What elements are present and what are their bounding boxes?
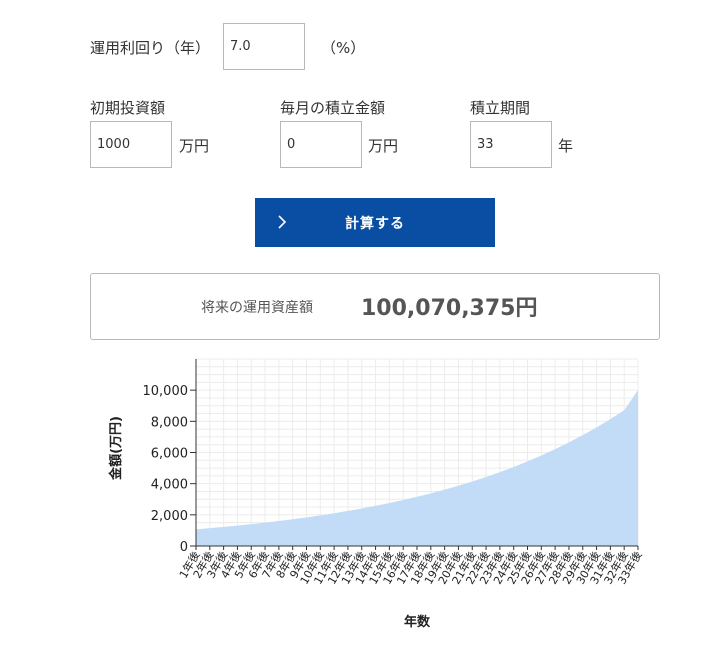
monthly-contribution-label: 毎月の積立金額 bbox=[280, 99, 386, 117]
initial-investment-label: 初期投資額 bbox=[90, 99, 166, 117]
result-label: 将来の運用資産額 bbox=[201, 300, 313, 316]
calculate-button[interactable]: 計算する bbox=[255, 198, 495, 247]
y-tick-label: 4,000 bbox=[151, 478, 188, 493]
y-tick-label: 6,000 bbox=[151, 447, 188, 462]
initial-investment-input[interactable] bbox=[90, 121, 172, 168]
rate-unit: （%） bbox=[321, 39, 366, 57]
period-input[interactable] bbox=[470, 121, 552, 168]
period-label: 積立期間 bbox=[470, 99, 531, 117]
y-tick-labels: 0 2,000 4,000 6,000 8,000 10,000 bbox=[143, 384, 196, 555]
period-unit: 年 bbox=[558, 137, 574, 155]
y-tick-label: 2,000 bbox=[151, 509, 188, 524]
initial-investment-unit: 万円 bbox=[179, 137, 210, 155]
y-tick-label: 0 bbox=[180, 540, 188, 555]
chevron-right-icon bbox=[271, 211, 293, 233]
result-value: 100,070,375円 bbox=[361, 296, 538, 321]
y-tick-label: 10,000 bbox=[143, 384, 189, 399]
monthly-contribution-unit: 万円 bbox=[368, 137, 399, 155]
y-tick-label: 8,000 bbox=[151, 415, 188, 430]
x-axis-label: 年数 bbox=[404, 614, 431, 630]
y-axis-label: 金額(万円) bbox=[108, 416, 124, 481]
calculate-button-label: 計算する bbox=[345, 215, 405, 232]
x-tick-labels: 1年後2年後3年後4年後5年後6年後7年後8年後9年後10年後11年後12年後1… bbox=[176, 546, 645, 587]
monthly-contribution-input[interactable] bbox=[280, 121, 362, 168]
rate-input[interactable] bbox=[223, 23, 305, 70]
asset-growth-chart: 0 2,000 4,000 6,000 8,000 10,000 1年後2年後3年後4年後… bbox=[108, 358, 645, 630]
rate-label: 運用利回り（年） bbox=[90, 39, 211, 57]
result-panel: 将来の運用資産額 100,070,375円 bbox=[90, 273, 660, 340]
